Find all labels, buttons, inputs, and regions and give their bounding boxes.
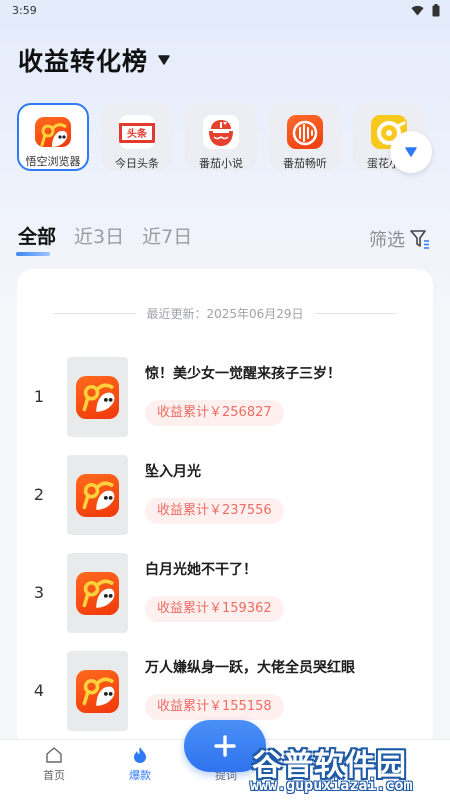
earnings-badge: 收益累计￥237556: [145, 498, 284, 524]
divider: [313, 313, 397, 314]
list-item[interactable]: 3 白月光她不干了！ 收益累计￥159362: [17, 553, 433, 633]
filter-button[interactable]: 筛选: [369, 226, 431, 252]
app-card-fanqie-listen[interactable]: 番茄畅听: [269, 103, 341, 171]
app-label: 番茄小说: [199, 157, 243, 170]
book-cover: [67, 357, 128, 437]
item-title: 万人嫌纵身一跃，大佬全员哭红眼: [145, 660, 355, 676]
wukong-browser-icon: [76, 572, 119, 615]
update-text: 最近更新：2025年06月29日: [146, 307, 304, 321]
ranking-list: 最近更新：2025年06月29日 1 惊！美少女一觉醒来孩子三岁！ 收益累计￥2…: [17, 269, 433, 749]
toutiao-icon: 头条: [119, 115, 155, 149]
fanqie-novel-icon: [203, 115, 239, 149]
rank-number: 2: [33, 485, 45, 504]
wukong-browser-icon: [76, 376, 119, 419]
list-item[interactable]: 4 万人嫌纵身一跃，大佬全员哭红眼 收益累计￥155158: [17, 651, 433, 731]
rank-number: 4: [33, 681, 45, 700]
book-cover: [67, 651, 128, 731]
app-card-toutiao[interactable]: 头条 今日头条: [101, 103, 173, 171]
caret-down-icon: [158, 55, 170, 65]
status-icons: [411, 4, 440, 17]
title-dropdown[interactable]: 收益转化榜: [18, 42, 170, 78]
app-card-fanqie-novel[interactable]: 番茄小说: [185, 103, 257, 171]
plus-icon: [214, 735, 236, 757]
app-selector: 悟空浏览器 头条 今日头条 番茄小说 番茄畅听 蛋花小说: [17, 103, 425, 171]
nav-label: 爆款: [129, 769, 151, 782]
app-label: 悟空浏览器: [25, 155, 81, 168]
wukong-browser-icon: [35, 117, 71, 147]
tab-all[interactable]: 全部: [15, 222, 56, 256]
rank-number: 3: [33, 583, 45, 602]
app-card-wukong[interactable]: 悟空浏览器: [17, 103, 89, 171]
app-label: 今日头条: [115, 157, 159, 170]
nav-hot[interactable]: 爆款: [110, 746, 170, 783]
status-time: 3:59: [12, 4, 37, 17]
earnings-badge: 收益累计￥256827: [145, 400, 284, 426]
triangle-down-icon: [405, 147, 417, 157]
tab-7days[interactable]: 近7日: [142, 222, 192, 249]
wifi-icon: [411, 5, 424, 16]
item-title: 白月光她不干了！: [145, 562, 257, 578]
update-info: 最近更新：2025年06月29日: [53, 305, 397, 322]
expand-apps-button[interactable]: [390, 131, 432, 173]
list-item[interactable]: 2 坠入月光 收益累计￥237556: [17, 455, 433, 535]
time-tabs: 全部 近3日 近7日: [15, 222, 192, 256]
filter-label: 筛选: [369, 230, 405, 251]
watermark-logo: 谷普软件园 www.gupuxiazai.com: [248, 740, 446, 798]
item-title: 坠入月光: [145, 464, 201, 480]
nav-home[interactable]: 首页: [24, 746, 84, 783]
item-title: 惊！美少女一觉醒来孩子三岁！: [145, 366, 341, 382]
book-cover: [67, 455, 128, 535]
rank-number: 1: [33, 387, 45, 406]
flame-icon: [134, 747, 146, 763]
divider: [53, 313, 137, 314]
page-title: 收益转化榜: [18, 47, 149, 76]
status-bar: 3:59: [0, 0, 450, 22]
list-item[interactable]: 1 惊！美少女一觉醒来孩子三岁！ 收益累计￥256827: [17, 357, 433, 437]
filter-icon: [410, 230, 429, 249]
svg-text:头条: 头条: [127, 127, 148, 140]
tab-3days[interactable]: 近3日: [74, 222, 124, 249]
wukong-browser-icon: [76, 670, 119, 713]
app-label: 番茄畅听: [283, 157, 327, 170]
home-icon: [46, 747, 62, 763]
earnings-badge: 收益累计￥155158: [145, 694, 284, 720]
earnings-badge: 收益累计￥159362: [145, 596, 284, 622]
book-cover: [67, 553, 128, 633]
watermark-url: www.gupuxiazai.com: [250, 776, 413, 794]
nav-label: 首页: [43, 769, 65, 782]
fanqie-listen-icon: [287, 115, 323, 149]
battery-icon: [432, 4, 440, 17]
wukong-browser-icon: [76, 474, 119, 517]
